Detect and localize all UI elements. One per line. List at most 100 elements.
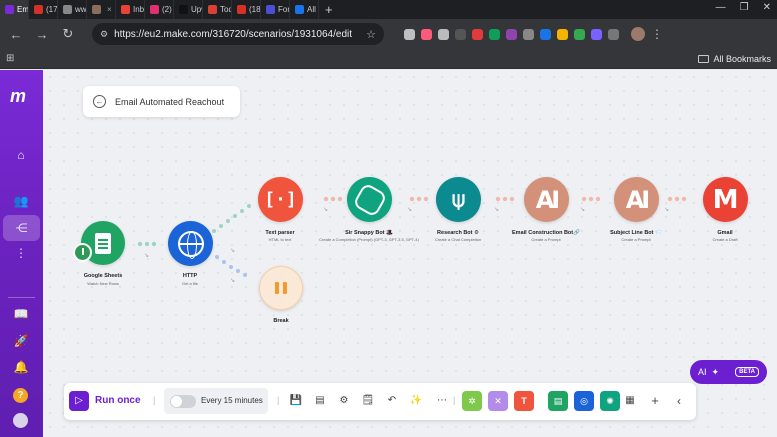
schedule-clock-icon[interactable] <box>73 243 92 262</box>
settings-icon[interactable]: ⚙ <box>337 394 351 408</box>
help-icon[interactable]: ? <box>13 388 28 403</box>
extension-icon[interactable] <box>540 28 551 40</box>
scenario-settings-icon[interactable]: ▤ <box>313 394 327 408</box>
tab-favicon-icon <box>295 5 304 14</box>
sir-snappy-bot-module[interactable] <box>347 177 392 222</box>
browser-tab[interactable]: www× <box>58 0 87 19</box>
rocket-icon[interactable]: 🚀 <box>12 332 30 350</box>
browser-tab[interactable]: (18)× <box>232 0 261 19</box>
ai-label: AI <box>698 367 707 377</box>
grid-icon[interactable]: ▦ <box>623 394 637 408</box>
google-sheets-module[interactable] <box>73 221 125 265</box>
extension-icon[interactable] <box>404 28 415 40</box>
browser-tab[interactable]: × <box>87 0 116 19</box>
new-tab-icon[interactable]: + <box>319 2 339 17</box>
run-once-label[interactable]: Run once <box>95 395 141 406</box>
restore-icon[interactable]: ❐ <box>740 2 749 13</box>
flow-control-button[interactable]: ✕ <box>488 391 508 411</box>
more-icon[interactable]: ⋮ <box>12 244 30 262</box>
add-module-icon[interactable]: + <box>648 394 662 408</box>
extension-icon[interactable] <box>574 28 585 40</box>
svg-text:↘: ↘ <box>230 248 235 254</box>
close-window-icon[interactable]: ✕ <box>763 2 771 13</box>
extension-icon[interactable] <box>438 28 449 40</box>
http-sub: Get a file <box>181 281 199 286</box>
extension-icon[interactable] <box>608 28 619 40</box>
extension-icon[interactable] <box>523 28 534 40</box>
break-module[interactable] <box>259 266 303 310</box>
tab-favicon-icon <box>34 5 43 14</box>
make-logo[interactable]: m <box>10 86 26 107</box>
bell-icon[interactable]: 🔔 <box>12 358 30 376</box>
browser-tab[interactable]: Ema× <box>0 0 29 19</box>
email-construction-bot-module[interactable]: AI <box>524 177 569 222</box>
extension-icon[interactable] <box>489 28 500 40</box>
text-parser-module[interactable]: [·] <box>258 177 303 222</box>
share-icon[interactable]: ⋲ <box>3 215 40 241</box>
pause-icon <box>275 282 287 294</box>
browser-tab[interactable]: (2) I× <box>145 0 174 19</box>
http-button[interactable]: ◎ <box>574 391 594 411</box>
tab-label: (2) I <box>162 5 173 14</box>
run-once-button[interactable]: ▷ <box>69 391 89 411</box>
url-text: https://eu2.make.com/316720/scenarios/19… <box>114 28 353 40</box>
browser-toolbar: ← → ↻ ⚙ https://eu2.make.com/316720/scen… <box>0 19 777 49</box>
browser-menu-icon[interactable]: ⋮ <box>651 27 663 41</box>
browser-tab[interactable]: (17× <box>29 0 58 19</box>
schedule-toggle[interactable] <box>170 395 196 408</box>
schedule-setting[interactable]: Every 15 minutes <box>164 388 268 414</box>
browser-tab[interactable]: Inbo× <box>116 0 145 19</box>
extensions-row <box>404 28 619 40</box>
browser-tab[interactable]: Upw× <box>174 0 203 19</box>
bookmark-star-icon[interactable]: ☆ <box>366 28 376 41</box>
address-bar[interactable]: ⚙ https://eu2.make.com/316720/scenarios/… <box>92 23 384 45</box>
app-sidebar: m ⌂ 👥 ⋲ ⋮ 📖 🚀 🔔 ? <box>0 70 43 437</box>
svg-text:↘: ↘ <box>494 207 499 213</box>
extension-icon[interactable] <box>455 28 466 40</box>
scenario-canvas[interactable]: ← Email Automated Reachout ↘ ↘ ↘ ↘ ↘ ↘ ↘ ↘ Goo… <box>43 70 777 437</box>
bookmarks-bar: ⊞ All Bookmarks <box>0 49 777 69</box>
browser-tab[interactable]: Fon× <box>261 0 290 19</box>
forward-icon[interactable]: → <box>32 27 52 42</box>
google-sheets-sub: Watch New Rows <box>87 281 119 286</box>
extension-icon[interactable] <box>421 28 432 40</box>
close-tab-icon[interactable]: × <box>107 5 112 14</box>
browser-tab[interactable]: All D× <box>290 0 319 19</box>
text-parser-button[interactable]: T <box>514 391 534 411</box>
reload-icon[interactable]: ↻ <box>58 26 78 42</box>
save-icon[interactable]: 💾 <box>289 394 303 408</box>
notes-icon[interactable]: 🗒 <box>361 394 375 408</box>
site-info-icon[interactable]: ⚙ <box>100 29 108 40</box>
svg-text:↘: ↘ <box>580 207 585 213</box>
tab-favicon-icon <box>266 5 275 14</box>
ai-assistant-button[interactable]: AI ✦ BETA <box>690 360 767 384</box>
book-icon[interactable]: 📖 <box>12 305 30 323</box>
extension-icon[interactable] <box>506 28 517 40</box>
browser-tab[interactable]: Tod× <box>203 0 232 19</box>
extension-icon[interactable] <box>557 28 568 40</box>
openai-button[interactable]: ✺ <box>600 391 620 411</box>
magic-wand-icon[interactable]: ✨ <box>409 394 423 408</box>
all-bookmarks[interactable]: All Bookmarks <box>698 54 771 64</box>
profile-avatar[interactable] <box>631 27 645 41</box>
users-icon[interactable]: 👥 <box>12 192 30 210</box>
research-bot-module[interactable]: ⍦ <box>436 177 481 222</box>
minimize-icon[interactable]: — <box>716 2 726 13</box>
email-construction-bot-sub: Create a Prompt <box>531 237 561 242</box>
more-icon[interactable]: ⋯ <box>435 394 449 408</box>
avatar[interactable] <box>13 413 28 428</box>
apps-grid-icon[interactable]: ⊞ <box>6 53 14 64</box>
undo-icon[interactable]: ↶ <box>385 394 399 408</box>
back-icon[interactable]: ← <box>6 27 26 42</box>
extension-icon[interactable] <box>591 28 602 40</box>
extension-icon[interactable] <box>472 28 483 40</box>
tools-button[interactable]: ✲ <box>462 391 482 411</box>
separator: | <box>453 395 456 405</box>
subject-line-bot-module[interactable]: AI <box>614 177 659 222</box>
sheets-button[interactable]: ▤ <box>548 391 568 411</box>
home-icon[interactable]: ⌂ <box>12 146 30 164</box>
collapse-icon[interactable]: ‹ <box>672 394 686 408</box>
gmail-module[interactable]: M <box>703 177 748 222</box>
openai-icon <box>351 181 388 218</box>
http-module[interactable] <box>168 221 213 266</box>
